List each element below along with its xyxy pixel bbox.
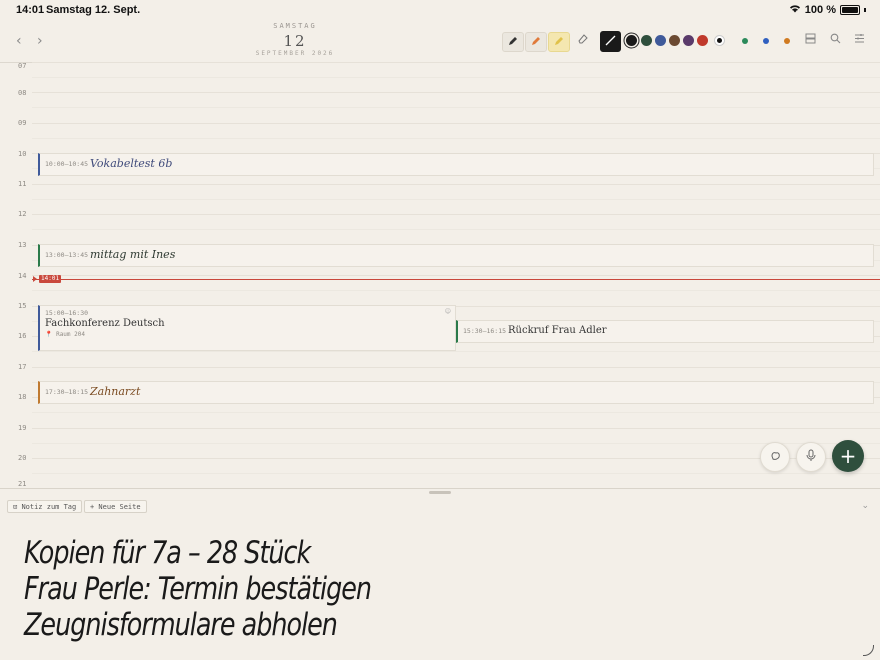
- color-swatch-blue[interactable]: [655, 35, 666, 46]
- hour-label: 12: [18, 210, 27, 218]
- event-title: Zahnarzt: [90, 385, 141, 398]
- day-timeline[interactable]: 07 08 09 10 11 12 13 14 15 16 17 18 19 2…: [0, 62, 880, 488]
- day-number: 12: [283, 32, 307, 50]
- weekday-label: SAMSTAG: [273, 22, 317, 30]
- current-time-marker: [33, 276, 37, 282]
- next-day-button[interactable]: ›: [37, 33, 43, 49]
- event-title: Fachkonferenz Deutsch: [45, 318, 165, 329]
- highlighter-tool-button[interactable]: [548, 32, 570, 52]
- event-title: Vokabeltest 6b: [90, 157, 173, 170]
- event-location: 📍 Raum 204: [45, 331, 85, 338]
- view-toggle-button[interactable]: [805, 33, 816, 47]
- new-page-button[interactable]: + Neue Seite: [84, 500, 147, 513]
- event-title: mittag mit Ines: [90, 248, 176, 261]
- event-time: 10:00–10:45: [45, 160, 89, 168]
- toolbar: ‹ › SAMSTAG 12 SEPTEMBER 2026: [0, 20, 880, 63]
- event-time: 17:30–18:15: [45, 388, 89, 396]
- note-line: Zeugnisformulare abholen: [24, 607, 338, 643]
- layout-icon: [805, 33, 816, 47]
- hour-label: 08: [18, 89, 27, 97]
- hour-label: 20: [18, 454, 27, 462]
- line-icon: [605, 35, 616, 49]
- resize-corner-icon[interactable]: [863, 645, 874, 656]
- event-time: 15:30–16:15: [463, 327, 507, 335]
- status-time: 14:01: [16, 4, 45, 16]
- event-vokabeltest[interactable]: 10:00–10:45 Vokabeltest 6b: [38, 153, 874, 176]
- color-swatch-red[interactable]: [697, 35, 708, 46]
- menu-icon: [854, 33, 865, 47]
- hour-label: 07: [18, 62, 27, 70]
- hour-label: 14: [18, 272, 27, 280]
- hour-label: 15: [18, 302, 27, 310]
- hand-icon: [769, 449, 782, 465]
- day-header: SAMSTAG 12 SEPTEMBER 2026: [250, 22, 340, 57]
- current-time-label: 14:01: [39, 275, 62, 283]
- quick-color-orange[interactable]: [784, 38, 790, 44]
- eraser-icon: [577, 34, 589, 48]
- event-zahnarzt[interactable]: 17:30–18:15 Zahnarzt: [38, 381, 874, 404]
- voice-button[interactable]: [796, 442, 826, 472]
- color-swatch-brown[interactable]: [669, 35, 680, 46]
- hour-label: 13: [18, 241, 27, 249]
- hour-label: 11: [18, 180, 27, 188]
- hour-label: 09: [18, 119, 27, 127]
- handwritten-notes[interactable]: Kopien für 7a – 28 Stück Frau Perle: Ter…: [24, 535, 724, 643]
- search-icon: [830, 33, 841, 47]
- hour-label: 16: [18, 332, 27, 340]
- hour-label: 17: [18, 363, 27, 371]
- stroke-size-button[interactable]: [714, 35, 725, 46]
- hour-label: 10: [18, 150, 27, 158]
- note-line: Frau Perle: Termin bestätigen: [24, 571, 372, 607]
- pen-tool-button[interactable]: [502, 32, 524, 52]
- status-date: Samstag 12. Sept.: [46, 4, 141, 16]
- line-tool-button[interactable]: [600, 31, 621, 52]
- current-time-line: [32, 279, 880, 280]
- event-time: 15:00–16:30: [45, 309, 89, 317]
- hour-label: 19: [18, 424, 27, 432]
- event-title: Rückruf Frau Adler: [508, 325, 607, 336]
- battery-percent: 100 %: [804, 4, 836, 16]
- pencil-tool-button[interactable]: [525, 32, 547, 52]
- wifi-icon: [789, 4, 801, 16]
- recurring-icon: ☺: [444, 308, 451, 315]
- month-label: SEPTEMBER 2026: [255, 50, 335, 57]
- status-right: 100 %: [789, 4, 866, 16]
- battery-icon: [840, 5, 860, 15]
- microphone-icon: [805, 449, 817, 465]
- pen-icon: [508, 36, 518, 49]
- color-swatch-green[interactable]: [641, 35, 652, 46]
- hour-label: 21: [18, 480, 27, 488]
- event-rueckruf[interactable]: 15:30–16:15 Rückruf Frau Adler: [456, 320, 874, 343]
- color-swatch-purple[interactable]: [683, 35, 694, 46]
- hour-label: 18: [18, 393, 27, 401]
- eraser-tool-button[interactable]: [577, 33, 589, 48]
- resize-handle[interactable]: [429, 491, 451, 494]
- event-time: 13:00–13:45: [45, 251, 89, 259]
- note-bar: ⊡ Notiz zum Tag + Neue Seite ⌄: [0, 498, 880, 516]
- plus-icon: +: [839, 444, 857, 468]
- color-swatch-black[interactable]: [626, 35, 637, 46]
- event-fachkonferenz[interactable]: 15:00–16:30 Fachkonferenz Deutsch 📍 Raum…: [38, 305, 456, 351]
- search-button[interactable]: [830, 33, 841, 47]
- menu-button[interactable]: [854, 33, 865, 47]
- event-mittag[interactable]: 13:00–13:45 mittag mit Ines: [38, 244, 874, 267]
- pencil-icon: [531, 36, 541, 49]
- note-of-day-button[interactable]: ⊡ Notiz zum Tag: [7, 500, 83, 513]
- quick-color-green[interactable]: [742, 38, 748, 44]
- gesture-button[interactable]: [760, 442, 790, 472]
- note-line: Kopien für 7a – 28 Stück: [24, 535, 311, 571]
- split-divider: [0, 488, 880, 489]
- highlighter-icon: [554, 36, 564, 49]
- prev-day-button[interactable]: ‹: [16, 33, 22, 49]
- status-bar: 14:01 Samstag 12. Sept. 100 %: [0, 0, 880, 20]
- quick-color-blue[interactable]: [763, 38, 769, 44]
- add-event-button[interactable]: +: [832, 440, 864, 472]
- chevron-down-icon[interactable]: ⌄: [861, 501, 869, 511]
